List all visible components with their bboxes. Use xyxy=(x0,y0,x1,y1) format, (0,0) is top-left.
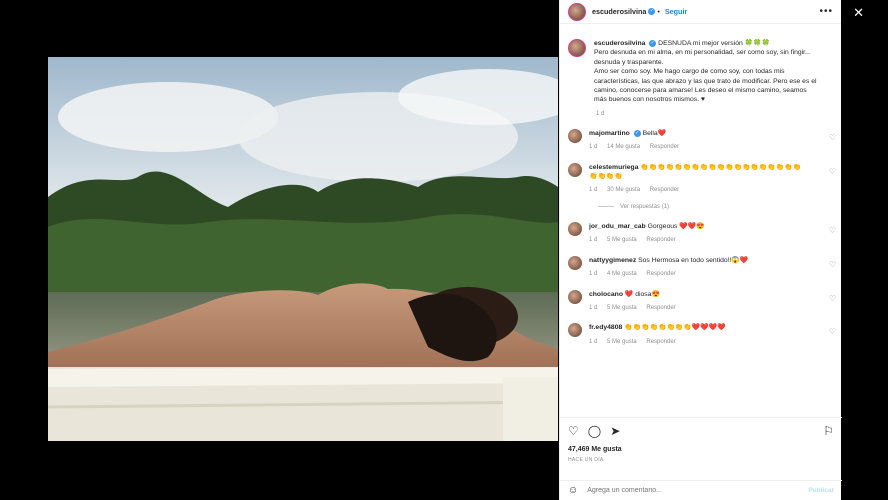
comment-time: 1 d xyxy=(589,187,598,194)
separator-dot: • xyxy=(657,7,660,16)
commenter-avatar[interactable] xyxy=(568,323,582,338)
comment-username[interactable]: majomartino xyxy=(589,130,630,137)
comment-username[interactable]: celestemuriega xyxy=(589,164,639,171)
comment-username[interactable]: nattyygimenez xyxy=(589,257,636,264)
caption-line-1: Pero desnuda en mi alma, en mi personali… xyxy=(594,49,811,66)
comment-time: 1 d xyxy=(589,144,598,151)
like-comment-icon[interactable]: ♡ xyxy=(829,226,836,235)
like-comment-icon[interactable]: ♡ xyxy=(829,167,836,176)
commenter-avatar[interactable] xyxy=(568,289,582,304)
commenter-avatar[interactable] xyxy=(568,162,582,177)
post-actions: ♡ ◯ ➤ ⚐ 47,469 Me gusta HACE UN DÍA xyxy=(560,417,842,463)
comment-likes[interactable]: 30 Me gusta xyxy=(607,187,640,193)
post-panel: escuderosilvina ✓ • Seguir ••• escuderos… xyxy=(559,0,842,500)
comments-scroll[interactable]: escuderosilvina ✓ DESNUDA mi mejor versi… xyxy=(560,25,842,415)
close-icon[interactable]: ✕ xyxy=(853,6,864,19)
comment-likes[interactable]: 5 Me gusta xyxy=(607,339,637,345)
commenter-avatar[interactable] xyxy=(568,221,582,236)
comment-item: jor_odu_mar_cab Gorgeous ❤️❤️😍 1 d 5 Me … xyxy=(560,221,842,246)
comment-input[interactable] xyxy=(587,487,809,494)
comment-text: 👏👏👏👏👏👏👏👏❤️❤️❤️❤️ xyxy=(624,324,726,332)
like-comment-icon[interactable]: ♡ xyxy=(829,327,836,336)
reply-button[interactable]: Responder xyxy=(646,305,675,311)
like-comment-icon[interactable]: ♡ xyxy=(829,133,836,142)
like-icon[interactable]: ♡ xyxy=(568,424,579,438)
view-replies-button[interactable]: Ver respuestas (1) xyxy=(598,204,842,210)
reply-button[interactable]: Responder xyxy=(646,339,675,345)
caption-avatar[interactable] xyxy=(568,39,586,57)
comment-icon[interactable]: ◯ xyxy=(588,424,601,438)
publish-button[interactable]: Publicar xyxy=(808,487,834,494)
more-options-icon[interactable]: ••• xyxy=(819,6,833,17)
post-age: HACE UN DÍA xyxy=(568,457,604,463)
follow-button[interactable]: Seguir xyxy=(665,7,687,16)
bookmark-icon[interactable]: ⚐ xyxy=(823,424,834,438)
verified-icon: ✓ xyxy=(633,129,641,137)
replies-line xyxy=(598,206,614,208)
likes-count[interactable]: 47,469 Me gusta xyxy=(568,446,834,453)
like-comment-icon[interactable]: ♡ xyxy=(829,294,836,303)
like-comment-icon[interactable]: ♡ xyxy=(829,260,836,269)
comment-item: nattyygimenez Sos Hermosa en todo sentid… xyxy=(560,255,842,280)
comment-likes[interactable]: 14 Me gusta xyxy=(607,144,640,150)
comment-item: celestemuriega 👏👏👏👏👏👏👏👏👏👏👏👏👏👏👏👏👏👏👏👏👏👏👏 1… xyxy=(560,162,842,196)
comment-time: 1 d xyxy=(589,304,598,311)
comment-item: majomartino ✓ Bella❤️ 1 d 14 Me gusta Re… xyxy=(560,128,842,153)
comment-likes[interactable]: 5 Me gusta xyxy=(607,305,637,311)
comment-item: fr.edy4808 👏👏👏👏👏👏👏👏❤️❤️❤️❤️ 1 d 5 Me gus… xyxy=(560,323,842,347)
comment-composer: ☺ Publicar xyxy=(560,480,842,500)
comment-username[interactable]: cholocano xyxy=(589,291,623,298)
comment-item: cholocano ❤️ diosa😍 1 d 5 Me gusta Respo… xyxy=(560,289,842,314)
reply-button[interactable]: Responder xyxy=(650,187,679,193)
share-icon[interactable]: ➤ xyxy=(610,424,620,438)
commenter-avatar[interactable] xyxy=(568,128,582,143)
reply-button[interactable]: Responder xyxy=(646,271,675,277)
comment-username[interactable]: fr.edy4808 xyxy=(589,324,622,331)
comment-username[interactable]: jor_odu_mar_cab xyxy=(589,223,646,230)
caption-line-2: Amo ser como soy. Me hago cargo de como … xyxy=(594,68,817,104)
comment-text: Bella❤️ xyxy=(642,129,667,137)
comment-likes[interactable]: 4 Me gusta xyxy=(607,271,637,277)
comment-likes[interactable]: 5 Me gusta xyxy=(607,237,637,243)
reply-button[interactable]: Responder xyxy=(650,144,679,150)
reply-button[interactable]: Responder xyxy=(646,237,675,243)
emoji-icon[interactable]: ☺ xyxy=(568,485,578,496)
post-photo[interactable] xyxy=(48,57,558,441)
comment-text: Sos Hermosa en todo sentido!!😱❤️ xyxy=(638,256,749,264)
comment-time: 1 d xyxy=(589,271,598,278)
verified-icon: ✓ xyxy=(648,8,656,15)
author-username[interactable]: escuderosilvina xyxy=(592,7,646,16)
comment-text: Gorgeous ❤️❤️😍 xyxy=(647,222,705,230)
comment-time: 1 d xyxy=(589,338,598,345)
caption-time: 1 d xyxy=(596,110,605,117)
caption-title: DESNUDA mi mejor versión 🍀🍀🍀 xyxy=(658,40,771,47)
post-header: escuderosilvina ✓ • Seguir ••• xyxy=(560,0,841,24)
comment-time: 1 d xyxy=(589,237,598,244)
caption: escuderosilvina ✓ DESNUDA mi mejor versi… xyxy=(560,25,842,105)
author-avatar[interactable] xyxy=(568,2,586,21)
verified-icon: ✓ xyxy=(649,39,657,47)
view-replies-label[interactable]: Ver respuestas (1) xyxy=(620,204,669,210)
caption-username[interactable]: escuderosilvina xyxy=(594,40,645,47)
commenter-avatar[interactable] xyxy=(568,255,582,270)
comment-text: ❤️ diosa😍 xyxy=(624,290,660,298)
